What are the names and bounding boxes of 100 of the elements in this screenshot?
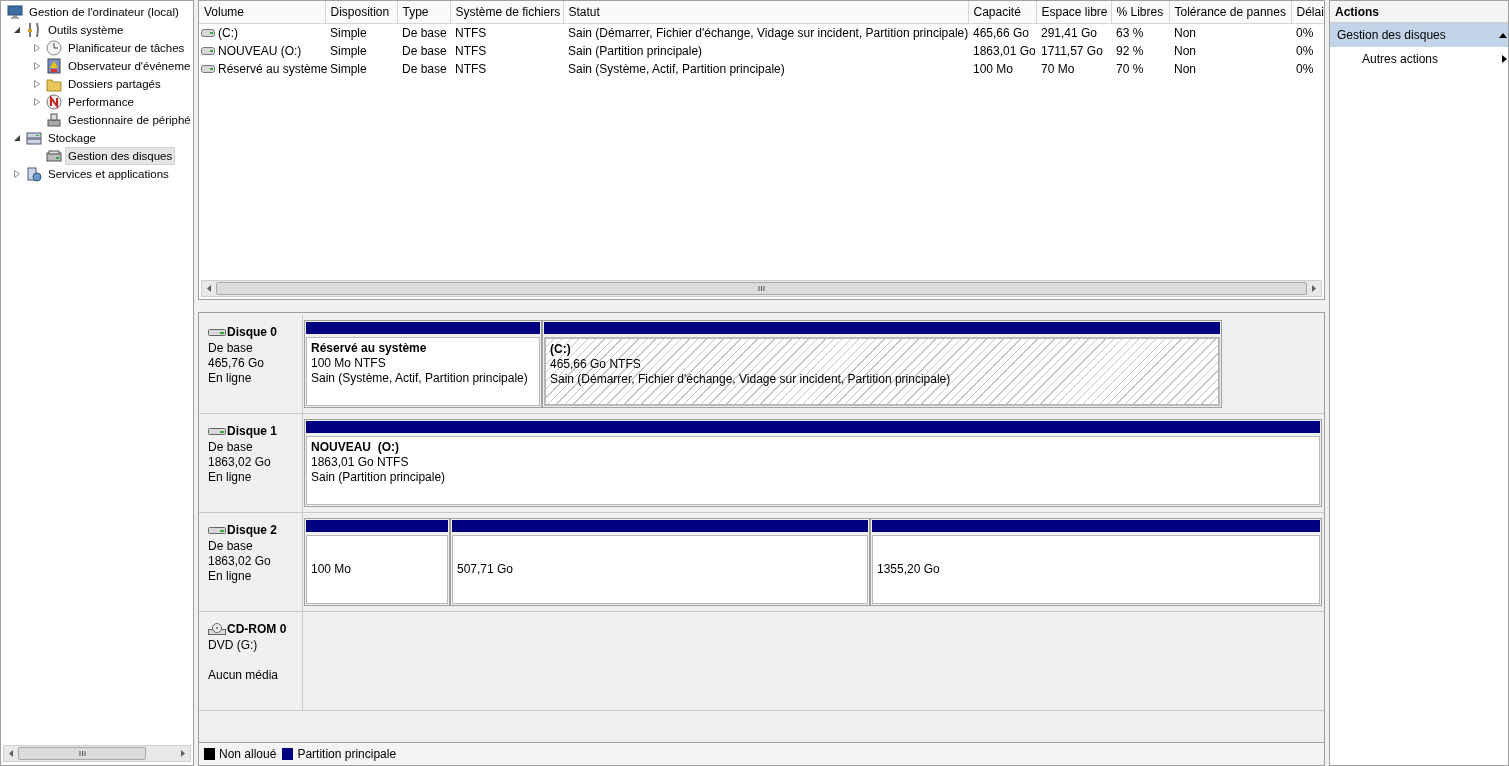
device-icon	[46, 112, 62, 128]
storage-icon	[26, 130, 42, 146]
column-header[interactable]: Disposition	[325, 1, 397, 23]
tree-item[interactable]: Observateur d'événeme	[65, 57, 193, 75]
disk-detail: De base	[208, 539, 254, 554]
column-header[interactable]: Système de fichiers	[450, 1, 563, 23]
disk-name: Disque 2	[227, 522, 277, 539]
disk-name: CD-ROM 0	[227, 621, 287, 638]
partition-info: Sain (Partition principale)	[311, 470, 447, 485]
disk-detail: 465,76 Go	[208, 356, 266, 371]
disk-detail: De base	[208, 440, 254, 455]
horizontal-scrollbar[interactable]	[3, 745, 191, 762]
table-cell-text: 70 %	[1115, 60, 1145, 78]
scroll-right-icon[interactable]	[1312, 285, 1316, 292]
table-cell-text: 100 Mo	[972, 60, 1015, 78]
partition[interactable]: 1355,20 Go	[870, 518, 1322, 606]
optical-drive-icon	[208, 623, 226, 635]
tree-item[interactable]: Gestionnaire de périphé	[65, 111, 193, 129]
partition-title: (C:)	[550, 342, 572, 357]
collapsed-arrow-icon[interactable]	[33, 98, 41, 106]
column-header[interactable]: % Libres	[1111, 1, 1169, 23]
disk-detail: 1863,02 Go	[208, 455, 272, 470]
column-header[interactable]: Espace libre	[1036, 1, 1111, 23]
table-cell: Sain (Démarrer, Fichier d'échange, Vidage sur incident, Partition principale)	[563, 23, 968, 42]
collapsed-arrow-icon[interactable]	[33, 80, 41, 88]
table-cell-text: 70 Mo	[1040, 60, 1076, 78]
scroll-left-icon[interactable]	[207, 285, 211, 292]
tree-item[interactable]: Gestion de l'ordinateur (local)	[26, 3, 182, 21]
partition-info: 100 Mo NTFS	[311, 356, 387, 371]
table-cell-text: NTFS	[454, 60, 488, 78]
partition-title: Réservé au système	[311, 341, 428, 356]
legend-label: Partition principale	[297, 746, 397, 763]
tree-item[interactable]: Performance	[65, 93, 137, 111]
partition[interactable]: Réservé au système 100 Mo NTFS Sain (Système, Actif, Partition principale)	[304, 320, 542, 408]
partition[interactable]: NOUVEAU (O:) 1863,01 Go NTFS Sain (Partition principale)	[304, 419, 1322, 507]
table-cell-text: Sain (Système, Actif, Partition principale)	[567, 60, 786, 78]
table-cell-text: De base	[401, 60, 448, 78]
disk-status: En ligne	[208, 371, 253, 386]
disk-name: Disque 0	[227, 324, 277, 341]
table-cell: De base	[397, 23, 450, 42]
column-header[interactable]: Type	[397, 1, 450, 23]
table-cell: Non	[1169, 23, 1291, 42]
table-cell: NTFS	[450, 23, 563, 42]
tree-item[interactable]: Services et applications	[45, 165, 172, 183]
folder-icon	[46, 76, 62, 92]
tree-item[interactable]: Planificateur de tâches	[65, 39, 188, 57]
tree-item[interactable]: Dossiers partagés	[65, 75, 164, 93]
table-cell-text: NTFS	[454, 42, 488, 60]
table-cell-text: 92 %	[1115, 42, 1145, 60]
partition-info: Sain (Démarrer, Fichier d'échange, Vidage sur incident, Partition principale)	[550, 372, 952, 387]
disk-status: Aucun média	[208, 668, 280, 683]
volume-name: (C:)	[218, 24, 238, 42]
tree-item[interactable]: Stockage	[45, 129, 99, 147]
partition-info: 465,66 Go NTFS	[550, 357, 642, 372]
partition[interactable]: (C:) 465,66 Go NTFS Sain (Démarrer, Fichier d'échange, Vidage sur incident, Partition principale)	[542, 320, 1222, 408]
partition-info: Sain (Système, Actif, Partition principale)	[311, 371, 529, 386]
expanded-arrow-icon[interactable]	[13, 26, 21, 34]
legend-label: Non alloué	[219, 746, 277, 763]
disk-name: Disque 1	[227, 423, 277, 440]
column-header[interactable]: Capacité	[968, 1, 1036, 23]
horizontal-scrollbar[interactable]	[201, 280, 1322, 297]
volume-name: Réservé au système	[218, 60, 328, 78]
column-header[interactable]: Volume	[199, 1, 325, 23]
drive-icon	[201, 64, 215, 73]
drive-icon	[201, 28, 215, 37]
table-cell-text: Sain (Partition principale)	[567, 42, 704, 60]
actions-title: Actions	[1330, 1, 1508, 23]
table-cell: 63 %	[1111, 23, 1169, 42]
column-header[interactable]: Délai	[1291, 1, 1324, 23]
table-cell-text: De base	[401, 42, 448, 60]
collapsed-arrow-icon[interactable]	[33, 44, 41, 52]
collapse-arrow-icon[interactable]	[1499, 32, 1507, 38]
tree-item[interactable]: Outils système	[45, 21, 127, 39]
tools-icon	[26, 22, 42, 38]
expanded-arrow-icon[interactable]	[13, 134, 21, 142]
table-cell-text: 0%	[1295, 42, 1315, 60]
action-item[interactable]: Autres actions	[1362, 50, 1439, 68]
event-log-icon	[46, 58, 62, 74]
tree-item[interactable]: Gestion des disques	[65, 147, 176, 165]
column-header[interactable]: Tolérance de pannes	[1169, 1, 1291, 23]
disk-status: En ligne	[208, 470, 253, 485]
disk-drive-icon	[46, 148, 62, 164]
volume-name: NOUVEAU (O:)	[218, 42, 302, 60]
computer-icon	[7, 4, 23, 20]
table-cell: Simple	[325, 23, 397, 42]
scroll-right-icon[interactable]	[181, 750, 185, 757]
collapsed-arrow-icon[interactable]	[13, 170, 21, 178]
disk-detail: DVD (G:)	[208, 638, 259, 653]
scroll-left-icon[interactable]	[9, 750, 13, 757]
disk-detail: 1863,02 Go	[208, 554, 272, 569]
partition[interactable]: 100 Mo	[304, 518, 450, 606]
scrollbar-thumb[interactable]	[216, 282, 1307, 295]
partition-title: NOUVEAU (O:)	[311, 440, 400, 455]
collapsed-arrow-icon[interactable]	[33, 62, 41, 70]
table-cell: 465,66 Go	[968, 23, 1036, 42]
scrollbar-thumb[interactable]	[18, 747, 146, 760]
drive-icon	[201, 46, 215, 55]
gauge-icon	[46, 94, 62, 110]
column-header[interactable]: Statut	[563, 1, 968, 23]
partition[interactable]: 507,71 Go	[450, 518, 870, 606]
